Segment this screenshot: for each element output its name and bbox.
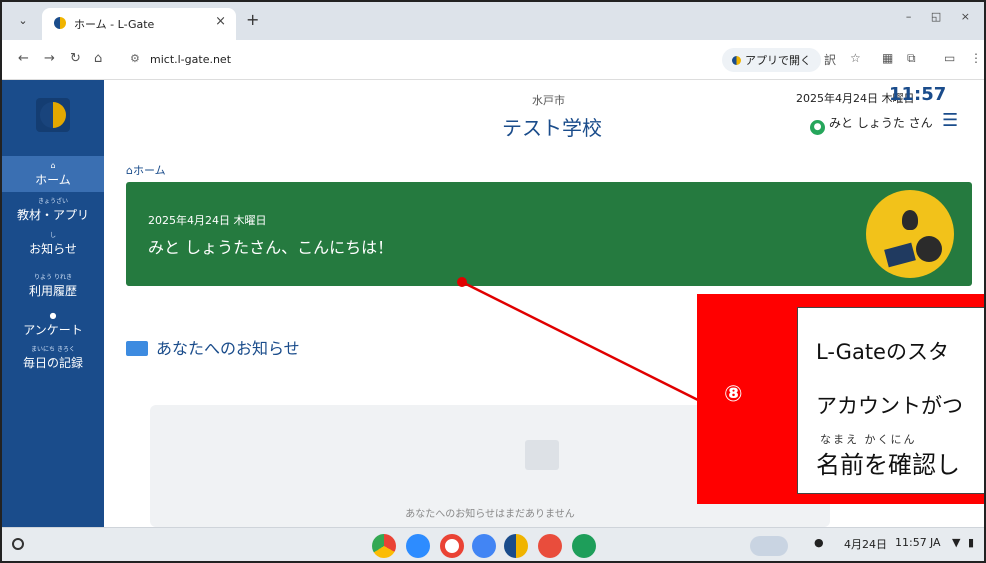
user-avatar-icon: ● [810,120,825,135]
open-in-app-button[interactable]: アプリで開く [722,48,821,72]
sidebar-item-survey[interactable]: ● アンケート [2,310,104,346]
url-text: mict.l-gate.net [150,53,232,66]
tab-title: ホーム - L-Gate [74,18,155,31]
site-settings-icon[interactable]: ⚙ [130,52,140,65]
sidebar: ⌂ ホーム きょうざい 教材・アプリ し お知らせ りよう りれき 利用履歴 ●… [2,80,104,527]
notification-icon[interactable]: ● [814,536,824,549]
user-name: みと しょうた さん [829,116,933,130]
user-menu[interactable]: ● みと しょうた さん [810,114,933,135]
chrome-icon[interactable] [372,534,396,558]
canvas-icon[interactable] [538,534,562,558]
sidebar-item-home[interactable]: ⌂ ホーム [2,156,104,192]
callout-line-1: L-Gateのスタ [816,340,949,364]
sidebar-item-label: お知らせ [29,242,77,256]
more-menu-icon[interactable]: ⋮ [970,51,982,65]
sidebar-item-notices[interactable]: し お知らせ [2,232,104,268]
reload-icon[interactable]: ↻ [70,51,81,66]
extensions-icon[interactable]: ⧉ [907,51,916,66]
hamburger-menu-icon[interactable]: ☰ [942,110,958,131]
sidebar-item-materials[interactable]: きょうざい 教材・アプリ [2,198,104,234]
breadcrumb-label: ホーム [132,164,166,177]
gmail-icon[interactable] [440,534,464,558]
toolbar: ← → ↻ ⌂ ⚙ mict.l-gate.net アプリで開く 訳 ☆ ▦ ⧉… [2,40,984,80]
tab-close-icon[interactable]: × [215,14,226,29]
sidebar-item-label: 毎日の記録 [22,356,83,370]
forward-icon[interactable]: → [44,51,55,66]
back-icon[interactable]: ← [18,51,29,66]
city-name: 水戸市 [532,94,565,107]
screen: ⌄ ホーム - L-Gate × + – ◱ × ← → ↻ ⌂ ⚙ mict.… [0,0,986,563]
notices-heading-text: あなたへのお知らせ [156,339,300,358]
breadcrumb[interactable]: ⌂ホーム [126,162,166,178]
sidebar-item-daily-record[interactable]: まいにち きろく 毎日の記録 [2,346,104,382]
sidebar-item-label: 教材・アプリ [16,208,89,222]
header-time: 11:57 [889,84,947,105]
step-number: ⑧ [724,382,743,407]
ime-indicator[interactable]: JA [930,536,941,549]
holding-space-icon[interactable] [750,536,788,556]
mail-icon [126,341,148,356]
browser-tab[interactable]: ホーム - L-Gate × [42,8,236,40]
callout-line-2: アカウントがつ [816,394,963,418]
sidebar-item-label: 利用履歴 [28,284,77,298]
l-gate-logo[interactable] [36,98,70,132]
callout-text-box: L-Gateのスタ アカウントがつ なまえ かくにん 名前を確認し [797,307,984,494]
address-bar[interactable]: ⚙ mict.l-gate.net [120,46,705,74]
sidebar-item-history[interactable]: りよう りれき 利用履歴 [2,274,104,310]
shelf-date[interactable]: 4月24日 [844,536,887,552]
sidebar-item-label: アンケート [23,323,83,337]
launcher-icon[interactable] [12,538,24,550]
docs-icon[interactable] [472,534,496,558]
bookmark-star-icon[interactable]: ☆ [850,51,861,65]
wifi-icon[interactable]: ▼ [952,536,960,549]
reading-illustration-icon [866,190,954,278]
notices-empty-text: あなたへのお知らせはまだありません [405,509,575,520]
home-icon[interactable]: ⌂ [94,51,102,66]
sidebar-item-ruby: りよう りれき [34,274,72,281]
sidebar-item-ruby: きょうざい [37,198,68,205]
school-name: テスト学校 [502,116,602,140]
app-icon [732,56,741,65]
window-controls[interactable]: – ◱ × [906,10,978,23]
zoom-icon[interactable] [406,534,430,558]
survey-icon: ● [49,311,57,320]
inbox-icon [525,436,969,470]
battery-icon[interactable]: ▮ [968,536,974,549]
instruction-callout: ⑧ L-Gateのスタ アカウントがつ なまえ かくにん 名前を確認し [697,294,984,504]
sidebar-item-ruby: まいにち きろく [31,346,75,353]
l-gate-app-icon[interactable] [504,534,528,558]
callout-line-3: 名前を確認し [816,451,960,479]
translate-icon[interactable]: 訳 [824,51,836,68]
sidebar-item-ruby: し [49,232,56,239]
banner-greeting: みと しょうたさん、こんにちは！ [148,238,394,257]
sidebar-item-label: ホーム [35,173,71,187]
home-icon: ⌂ [126,164,133,177]
home-icon: ⌂ [50,161,56,170]
welcome-banner: 2025年4月24日 木曜日 みと しょうたさん、こんにちは！ [126,182,972,286]
reading-mode-icon[interactable]: ▦ [882,51,893,65]
banner-date: 2025年4月24日 木曜日 [148,214,267,227]
new-tab-icon[interactable]: + [246,10,259,29]
os-shelf: ● 4月24日 11:57 JA ▼ ▮ [2,527,984,561]
tab-search-icon[interactable]: ⌄ [12,10,34,32]
classroom-icon[interactable] [572,534,596,558]
open-app-label: アプリで開く [745,54,811,67]
notices-heading: あなたへのお知らせ [126,335,300,359]
shelf-time[interactable]: 11:57 [895,536,927,549]
tab-strip: ⌄ ホーム - L-Gate × + – ◱ × [2,2,984,40]
cast-icon[interactable]: ▭ [944,51,955,65]
l-gate-favicon-icon [54,17,66,29]
